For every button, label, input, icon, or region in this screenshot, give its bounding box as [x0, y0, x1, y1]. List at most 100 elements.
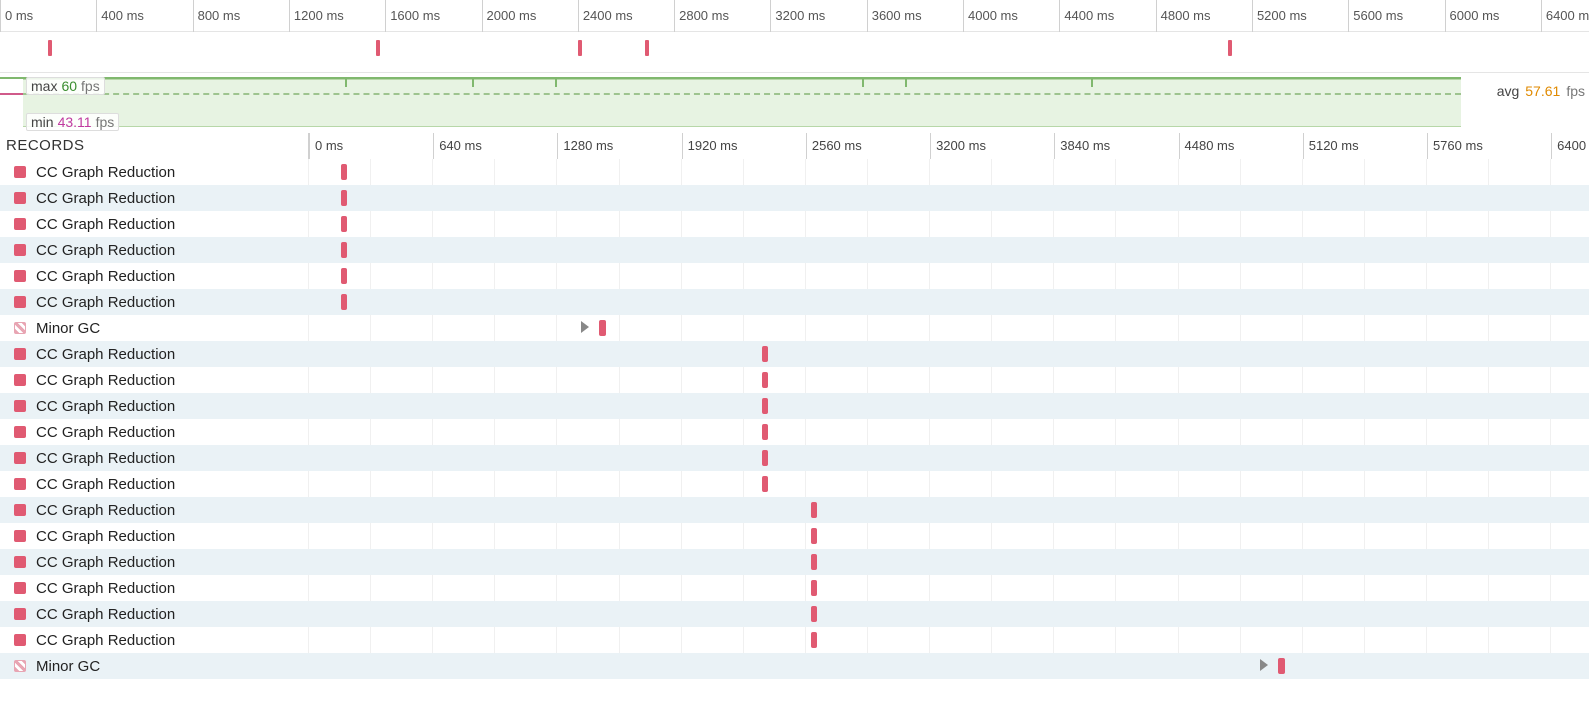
timeline-panel[interactable]: 0 ms640 ms1280 ms1920 ms2560 ms3200 ms38… — [308, 133, 1589, 703]
timeline-bar[interactable] — [762, 398, 768, 414]
record-row[interactable]: CC Graph Reduction — [0, 185, 308, 211]
overview-panel: 0 ms400 ms800 ms1200 ms1600 ms2000 ms240… — [0, 0, 1589, 73]
record-row[interactable]: CC Graph Reduction — [0, 237, 308, 263]
timeline-bar[interactable] — [341, 268, 347, 284]
fps-dip — [862, 77, 864, 87]
record-swatch-icon — [14, 452, 26, 464]
timeline-row[interactable] — [308, 263, 1589, 289]
timeline-bar[interactable] — [341, 164, 347, 180]
fps-unit: fps — [96, 114, 115, 130]
timeline-bar[interactable] — [341, 294, 347, 310]
timeline-tick: 0 ms — [309, 133, 343, 159]
record-swatch-icon — [14, 374, 26, 386]
timeline-bar[interactable] — [762, 450, 768, 466]
timeline-bar[interactable] — [811, 606, 817, 622]
timeline-row[interactable] — [308, 471, 1589, 497]
record-row[interactable]: CC Graph Reduction — [0, 627, 308, 653]
overview-tick: 1200 ms — [289, 0, 344, 32]
timeline-bar[interactable] — [811, 632, 817, 648]
overview-tick: 2400 ms — [578, 0, 633, 32]
fps-unit: fps — [81, 78, 100, 94]
timeline-row[interactable] — [308, 159, 1589, 185]
timeline-bar[interactable] — [811, 580, 817, 596]
timeline-bar[interactable] — [1278, 658, 1285, 674]
timeline-row[interactable] — [308, 289, 1589, 315]
overview-marker[interactable] — [48, 40, 52, 56]
timeline-row[interactable] — [308, 341, 1589, 367]
fps-dip — [472, 77, 474, 87]
timeline-row[interactable] — [308, 627, 1589, 653]
overview-marker[interactable] — [376, 40, 380, 56]
timeline-bar[interactable] — [599, 320, 606, 336]
record-row[interactable]: CC Graph Reduction — [0, 367, 308, 393]
overview-ruler[interactable]: 0 ms400 ms800 ms1200 ms1600 ms2000 ms240… — [0, 0, 1589, 32]
overview-tick: 800 ms — [193, 0, 241, 32]
timeline-row[interactable] — [308, 185, 1589, 211]
record-label: CC Graph Reduction — [36, 606, 175, 623]
timeline-bar[interactable] — [762, 424, 768, 440]
timeline-row[interactable] — [308, 653, 1589, 679]
record-swatch-icon — [14, 556, 26, 568]
timeline-row[interactable] — [308, 419, 1589, 445]
timeline-bar[interactable] — [341, 190, 347, 206]
record-row[interactable]: CC Graph Reduction — [0, 159, 308, 185]
overview-marker-track[interactable] — [0, 32, 1589, 72]
timeline-bar[interactable] — [811, 502, 817, 518]
fps-max-label: max 60 fps — [26, 77, 105, 95]
expand-chevron-icon[interactable] — [581, 321, 589, 333]
expand-chevron-icon[interactable] — [1260, 659, 1268, 671]
record-row[interactable]: CC Graph Reduction — [0, 601, 308, 627]
timeline-bar[interactable] — [811, 528, 817, 544]
record-row[interactable]: CC Graph Reduction — [0, 393, 308, 419]
record-row[interactable]: Minor GC — [0, 315, 308, 341]
record-label: CC Graph Reduction — [36, 450, 175, 467]
record-row[interactable]: CC Graph Reduction — [0, 263, 308, 289]
timeline-tick: 4480 ms — [1179, 133, 1235, 159]
record-row[interactable]: CC Graph Reduction — [0, 211, 308, 237]
timeline-row[interactable] — [308, 497, 1589, 523]
record-row[interactable]: CC Graph Reduction — [0, 289, 308, 315]
timeline-row[interactable] — [308, 523, 1589, 549]
record-label: CC Graph Reduction — [36, 216, 175, 233]
timeline-row[interactable] — [308, 445, 1589, 471]
timeline-row[interactable] — [308, 211, 1589, 237]
record-row[interactable]: CC Graph Reduction — [0, 575, 308, 601]
record-row[interactable]: CC Graph Reduction — [0, 419, 308, 445]
fps-min-tag: min — [31, 114, 54, 130]
overview-tick: 0 ms — [0, 0, 33, 32]
timeline-row[interactable] — [308, 393, 1589, 419]
fps-band — [23, 79, 1461, 127]
record-row[interactable]: CC Graph Reduction — [0, 497, 308, 523]
timeline-bar[interactable] — [762, 372, 768, 388]
fps-dip — [345, 77, 347, 87]
timeline-ruler[interactable]: 0 ms640 ms1280 ms1920 ms2560 ms3200 ms38… — [308, 133, 1589, 159]
record-row[interactable]: CC Graph Reduction — [0, 549, 308, 575]
record-row[interactable]: CC Graph Reduction — [0, 523, 308, 549]
timeline-bar[interactable] — [341, 216, 347, 232]
record-label: CC Graph Reduction — [36, 528, 175, 545]
timeline-bar[interactable] — [762, 476, 768, 492]
record-swatch-icon — [14, 166, 26, 178]
timeline-body[interactable] — [308, 159, 1589, 679]
timeline-row[interactable] — [308, 315, 1589, 341]
timeline-bar[interactable] — [762, 346, 768, 362]
timeline-row[interactable] — [308, 549, 1589, 575]
record-row[interactable]: CC Graph Reduction — [0, 471, 308, 497]
overview-marker[interactable] — [645, 40, 649, 56]
timeline-bar[interactable] — [811, 554, 817, 570]
timeline-row[interactable] — [308, 237, 1589, 263]
timeline-row[interactable] — [308, 367, 1589, 393]
timeline-bar[interactable] — [341, 242, 347, 258]
record-swatch-icon — [14, 296, 26, 308]
fps-unit: fps — [1566, 83, 1585, 99]
record-row[interactable]: CC Graph Reduction — [0, 445, 308, 471]
timeline-row[interactable] — [308, 601, 1589, 627]
record-swatch-icon — [14, 426, 26, 438]
overview-marker[interactable] — [578, 40, 582, 56]
overview-marker[interactable] — [1228, 40, 1232, 56]
overview-tick: 3200 ms — [770, 0, 825, 32]
record-row[interactable]: Minor GC — [0, 653, 308, 679]
record-row[interactable]: CC Graph Reduction — [0, 341, 308, 367]
fps-dip — [905, 77, 907, 87]
timeline-row[interactable] — [308, 575, 1589, 601]
